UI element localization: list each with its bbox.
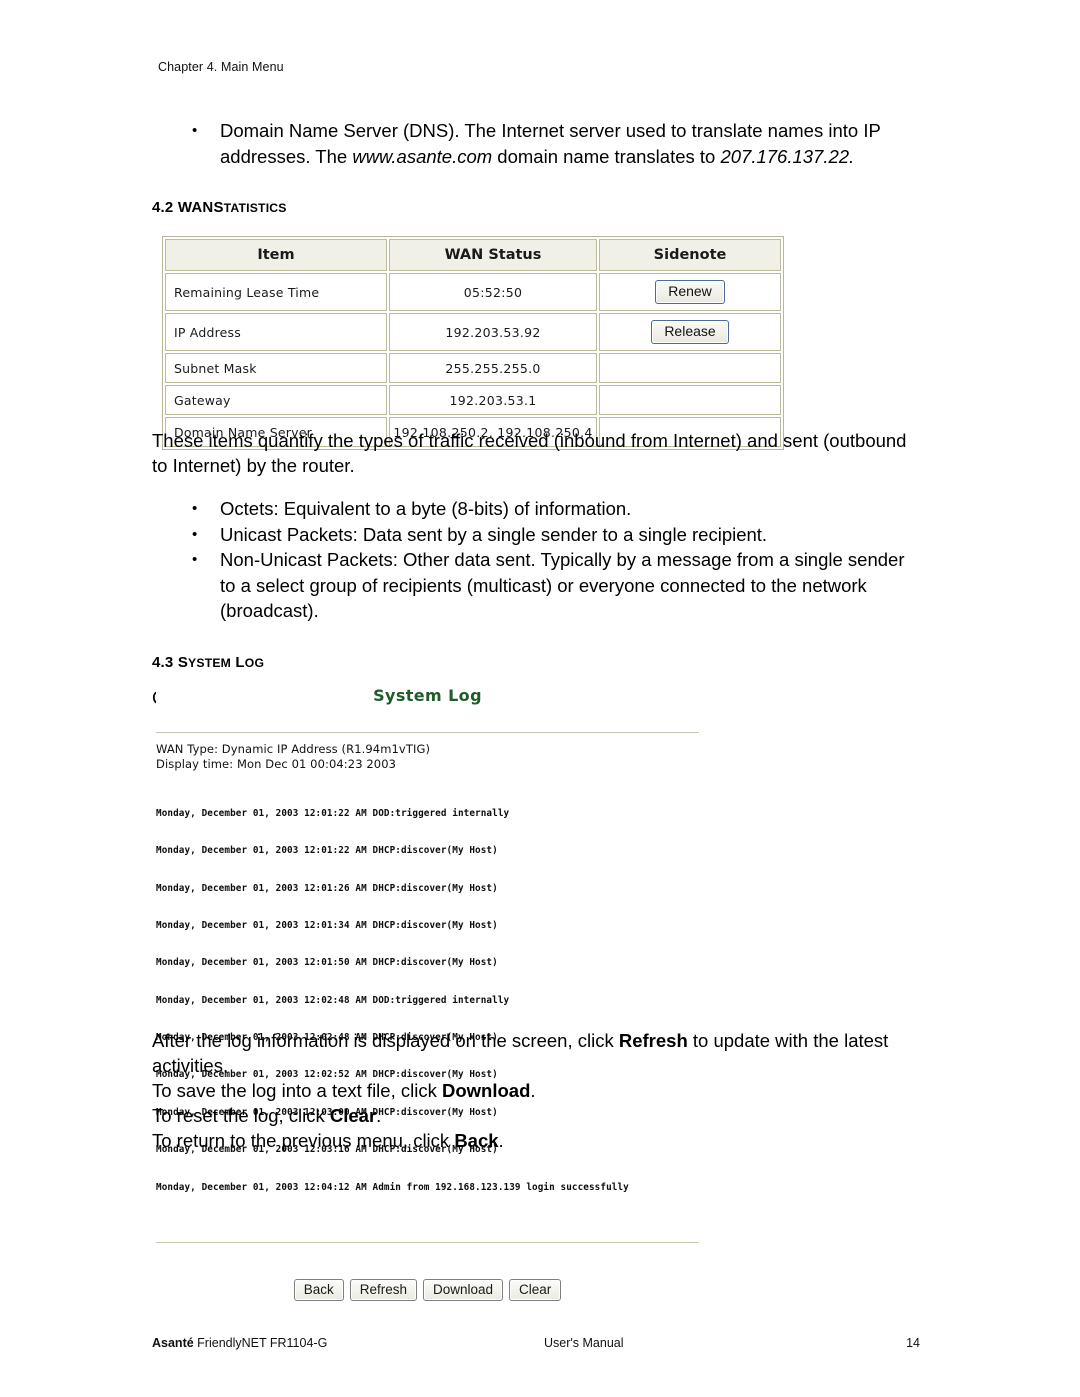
- wan-cell-status: 255.255.255.0: [389, 353, 597, 383]
- closing-line-1: After the log information is displayed o…: [152, 1028, 912, 1078]
- traffic-bullet-text: Non-Unicast Packets: Other data sent. Ty…: [220, 549, 905, 621]
- log-line: Monday, December 01, 2003 12:01:22 AM DH…: [156, 845, 498, 857]
- list-item: • Non-Unicast Packets: Other data sent. T…: [152, 547, 912, 624]
- wan-type-line: WAN Type: Dynamic IP Address (R1.94m1vTI…: [156, 742, 431, 756]
- closing-3-part1: To reset the log, click: [152, 1105, 330, 1126]
- log-line: Monday, December 01, 2003 12:02:48 AM DO…: [156, 994, 510, 1006]
- closing-1-part1: After the log information is displayed o…: [152, 1030, 619, 1051]
- dns-ip-italic: 207.176.137.22.: [720, 145, 855, 167]
- closing-3-part2: .: [376, 1105, 382, 1126]
- system-log-screenshot: System Log WAN Type: Dynamic IP Address …: [156, 668, 699, 1301]
- closing-1-bold: Refresh: [618, 1030, 688, 1051]
- wan-header-sidenote: Sidenote: [599, 239, 781, 271]
- dns-bullet-item: • Domain Name Server (DNS). The Internet …: [152, 118, 912, 169]
- wan-cell-status: 192.203.53.1: [389, 385, 597, 415]
- system-log-meta: WAN Type: Dynamic IP Address (R1.94m1vTI…: [156, 733, 699, 771]
- content-column: • Domain Name Server (DNS). The Internet …: [152, 118, 912, 216]
- traffic-bullet-text: Octets: Equivalent to a byte (8-bits) of…: [220, 498, 632, 519]
- back-button[interactable]: Back: [293, 1278, 344, 1301]
- traffic-bullet-text: Unicast Packets: Data sent by a single s…: [220, 523, 768, 545]
- wan-cell-sidenote: Release: [599, 313, 781, 351]
- bullet-dot-icon: •: [192, 525, 198, 543]
- log-line: Monday, December 01, 2003 12:01:50 AM DH…: [156, 957, 498, 969]
- wan-cell-status: 05:52:50: [389, 273, 597, 311]
- closing-4-part1: To return to the previous menu, click: [152, 1130, 455, 1151]
- wan-table-header-row: Item WAN Status Sidenote: [165, 239, 781, 271]
- download-button[interactable]: Download: [422, 1278, 504, 1301]
- bullet-dot-icon: •: [192, 122, 198, 139]
- running-head: Chapter 4. Main Menu: [158, 60, 284, 74]
- table-row: Gateway 192.203.53.1: [165, 385, 781, 415]
- closing-line-2: To save the log into a text file, click …: [152, 1078, 912, 1103]
- footer-brand-rest: FriendlyNET FR1104-G: [193, 1336, 328, 1350]
- traffic-bullet-list: • Octets: Equivalent to a byte (8-bits) o…: [152, 496, 912, 624]
- closing-2-part2: .: [530, 1080, 536, 1101]
- dns-bullet-list: • Domain Name Server (DNS). The Internet …: [152, 118, 912, 169]
- wan-header-item: Item: [165, 239, 387, 271]
- closing-4-part2: .: [498, 1130, 504, 1151]
- table-row: IP Address 192.203.53.92 Release: [165, 313, 781, 351]
- table-row: Subnet Mask 255.255.255.0: [165, 353, 781, 383]
- wan-cell-sidenote: Renew: [599, 273, 781, 311]
- wan-statistics-screenshot: Item WAN Status Sidenote Remaining Lease…: [162, 236, 784, 450]
- wan-cell-sidenote: [599, 353, 781, 383]
- section-heading-4-2: 4.2 WANSTATISTICS: [152, 199, 912, 216]
- divider-bottom: [156, 1241, 699, 1243]
- document-page: Chapter 4. Main Menu • Domain Name Server…: [0, 0, 1080, 1397]
- log-line: Monday, December 01, 2003 12:01:22 AM DO…: [156, 807, 510, 819]
- display-time-line: Display time: Mon Dec 01 00:04:23 2003: [156, 756, 397, 771]
- section-4-2-number: 4.2: [152, 199, 174, 216]
- footer-brand: Asanté FriendlyNET FR1104-G: [152, 1336, 327, 1350]
- wan-cell-item: Gateway: [165, 385, 387, 415]
- dns-url-italic: www.asante.com: [352, 145, 493, 167]
- closing-2-bold: Download: [441, 1080, 531, 1101]
- renew-button[interactable]: Renew: [655, 280, 725, 304]
- closing-2-part1: To save the log into a text file, click: [152, 1080, 442, 1101]
- section-4-2-word2-rest: TATISTICS: [223, 201, 287, 215]
- intro-paragraph: These items quantify the types of traffi…: [152, 430, 907, 476]
- list-item: • Octets: Equivalent to a byte (8-bits) o…: [152, 496, 912, 522]
- log-line: Monday, December 01, 2003 12:01:34 AM DH…: [156, 919, 498, 931]
- wan-cell-item: Remaining Lease Time: [165, 273, 387, 311]
- footer-page-number: 14: [906, 1336, 920, 1350]
- table-row: Remaining Lease Time 05:52:50 Renew: [165, 273, 781, 311]
- footer-brand-bold: Asanté: [152, 1336, 194, 1350]
- wan-cell-status: 192.203.53.92: [389, 313, 597, 351]
- footer-center: User's Manual: [544, 1336, 624, 1350]
- bullet-dot-icon: •: [192, 551, 198, 568]
- wan-cell-item: IP Address: [165, 313, 387, 351]
- log-line: Monday, December 01, 2003 12:04:12 AM Ad…: [156, 1181, 629, 1193]
- log-line: Monday, December 01, 2003 12:01:26 AM DH…: [156, 882, 498, 894]
- wan-cell-item: Subnet Mask: [165, 353, 387, 383]
- wan-header-status: WAN Status: [389, 239, 597, 271]
- closing-3-bold: Clear: [329, 1105, 377, 1126]
- closing-4-bold: Back: [454, 1130, 499, 1151]
- release-button[interactable]: Release: [651, 320, 729, 344]
- bullet-dot-icon: •: [192, 500, 198, 517]
- section-4-2-word2-first: S: [213, 199, 224, 216]
- system-log-title: System Log: [373, 686, 482, 705]
- system-log-button-bar: Back Refresh Download Clear: [156, 1278, 699, 1301]
- closing-instructions: After the log information is displayed o…: [152, 1028, 912, 1153]
- refresh-button[interactable]: Refresh: [349, 1278, 417, 1301]
- list-item: • Unicast Packets: Data sent by a single …: [152, 522, 912, 548]
- section-4-2-word1: WAN: [177, 199, 214, 216]
- closing-line-3: To reset the log, click Clear.: [152, 1103, 912, 1128]
- wan-statistics-table: Item WAN Status Sidenote Remaining Lease…: [162, 236, 784, 450]
- wan-cell-sidenote: [599, 385, 781, 415]
- closing-line-4: To return to the previous menu, click Ba…: [152, 1128, 912, 1153]
- dns-text-part2: domain name translates to: [492, 145, 721, 167]
- clear-button[interactable]: Clear: [509, 1278, 562, 1301]
